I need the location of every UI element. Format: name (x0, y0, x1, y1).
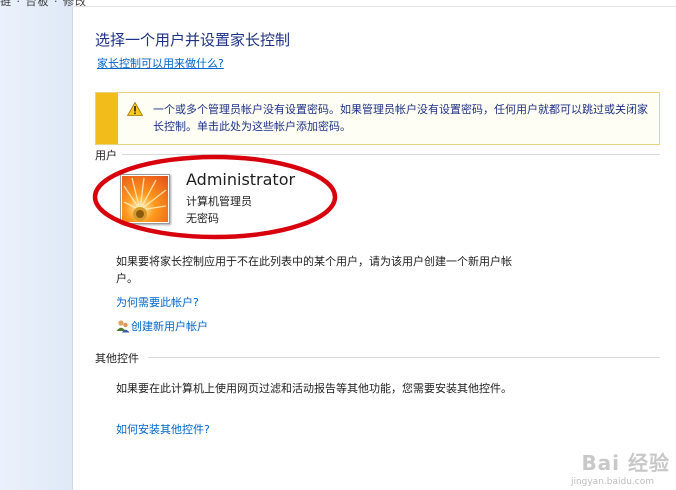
baidu-watermark-url: jingyan.baidu.com (570, 477, 654, 487)
new-user-text: 如果要将家长控制应用于不在此列表中的某个用户，请为该用户创建一个新用户帐户。 (116, 255, 512, 285)
create-user-label[interactable]: 创建新用户帐户 (131, 320, 208, 333)
warning-banner[interactable]: 一个或多个管理员帐户没有设置密码。如果管理员帐户没有设置密码，任何用户就都可以跳… (95, 92, 660, 145)
warning-triangle-icon (127, 102, 143, 116)
baidu-watermark: Bai 经验 (581, 451, 670, 475)
install-controls-link[interactable]: 如何安装其他控件? (116, 421, 210, 437)
page-title: 选择一个用户并设置家长控制 (95, 31, 291, 49)
left-pane-top-text: 链 · 台板 · 修改 (0, 0, 87, 8)
other-controls-section-label: 其他控件 (95, 352, 139, 365)
users-icon (116, 320, 130, 333)
help-link[interactable]: 家长控制可以用来做什么? (97, 55, 224, 71)
other-controls-text: 如果要在此计算机上使用网页过滤和活动报告等其他功能，您需要安装其他控件。 (116, 382, 512, 395)
other-controls-divider (148, 357, 660, 358)
why-account-link[interactable]: 为何需要此帐户? (116, 294, 199, 310)
left-navigation-pane: 链 · 台板 · 修改 (0, 0, 86, 490)
warning-text[interactable]: 一个或多个管理员帐户没有设置密码。如果管理员帐户没有设置密码，任何用户就都可以跳… (153, 101, 649, 135)
red-highlight-ellipse (92, 154, 338, 240)
warning-bar (96, 93, 118, 144)
top-divider (72, 6, 676, 7)
create-user-link[interactable]: 创建新用户帐户 (116, 318, 208, 334)
